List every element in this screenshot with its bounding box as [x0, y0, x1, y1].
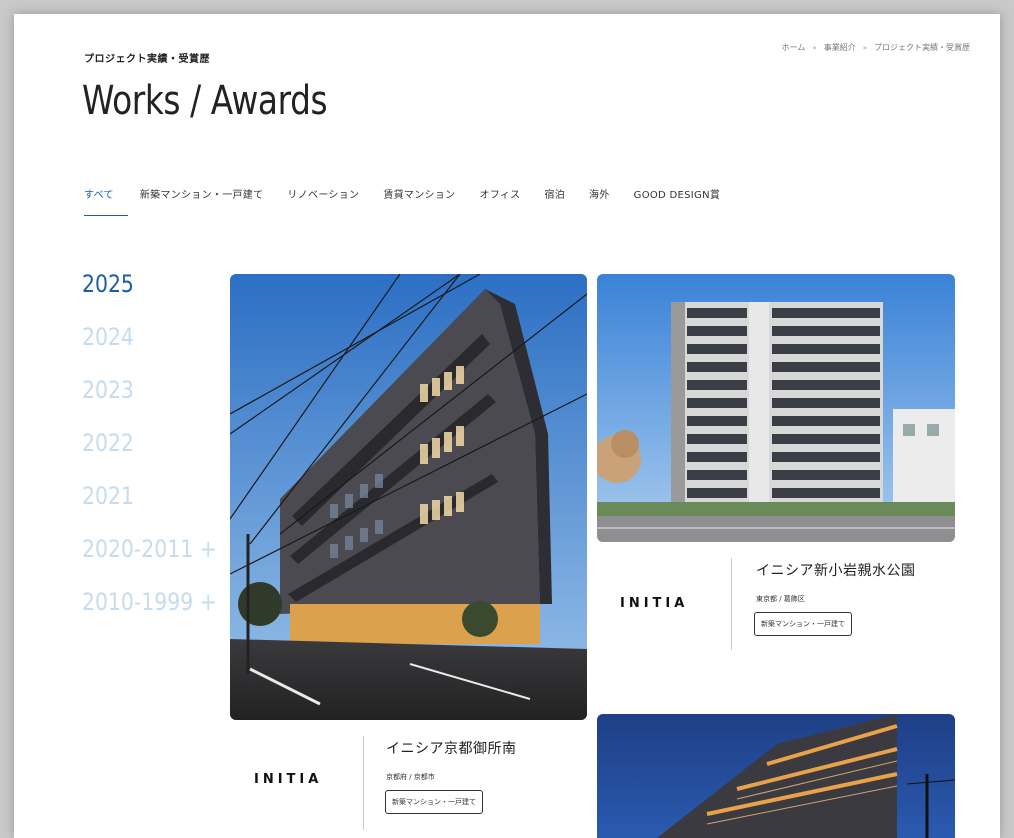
- breadcrumb: ホーム » 事業紹介 » プロジェクト実績・受賞歴: [782, 42, 970, 53]
- project-photo-kyoto[interactable]: [230, 274, 587, 720]
- category-tabs: すべて 新築マンション・一戸建て リノベーション 賃貸マンション オフィス 宿泊…: [84, 186, 732, 216]
- tab-new-condo[interactable]: 新築マンション・一戸建て: [128, 186, 276, 216]
- breadcrumb-separator: »: [862, 43, 867, 52]
- year-2010-1999[interactable]: 2010-1999 +: [82, 588, 217, 620]
- building-photo: [597, 714, 955, 838]
- project-location: 東京都 / 葛飾区: [756, 595, 805, 603]
- year-2025[interactable]: 2025: [82, 270, 217, 302]
- category-tag[interactable]: 新築マンション・一戸建て: [754, 612, 852, 636]
- brand-logo-initia: INITIA: [620, 596, 689, 611]
- brand-logo-initia: INITIA: [254, 772, 323, 787]
- year-2024[interactable]: 2024: [82, 323, 217, 355]
- tab-good-design[interactable]: GOOD DESIGN賞: [622, 186, 733, 216]
- divider: [731, 558, 732, 650]
- page-title: Works / Awards: [82, 78, 328, 124]
- tab-all[interactable]: すべて: [84, 186, 128, 216]
- tab-rental[interactable]: 賃貸マンション: [371, 186, 467, 216]
- project-name[interactable]: イニシア京都御所南: [386, 738, 517, 758]
- year-2022[interactable]: 2022: [82, 429, 217, 461]
- year-nav: 2025 2024 2023 2022 2021 2020-2011 + 201…: [82, 270, 241, 641]
- tab-overseas[interactable]: 海外: [577, 186, 622, 216]
- project-location: 京都府 / 京都市: [386, 773, 435, 781]
- building-photo: [597, 274, 955, 542]
- tab-renovation[interactable]: リノベーション: [275, 186, 371, 216]
- divider: [363, 736, 364, 830]
- breadcrumb-current: プロジェクト実績・受賞歴: [874, 43, 970, 52]
- page: プロジェクト実績・受賞歴 Works / Awards ホーム » 事業紹介 »…: [14, 14, 1000, 838]
- breadcrumb-separator: »: [812, 43, 817, 52]
- year-2023[interactable]: 2023: [82, 376, 217, 408]
- building-photo: [230, 274, 587, 720]
- tab-office[interactable]: オフィス: [467, 186, 532, 216]
- year-2020-2011[interactable]: 2020-2011 +: [82, 535, 217, 567]
- year-2021[interactable]: 2021: [82, 482, 217, 514]
- breadcrumb-home[interactable]: ホーム: [782, 42, 806, 53]
- project-photo-shinkoiwa[interactable]: [597, 274, 955, 542]
- category-tag[interactable]: 新築マンション・一戸建て: [385, 790, 483, 814]
- breadcrumb-business[interactable]: 事業紹介: [824, 42, 856, 53]
- tab-lodging[interactable]: 宿泊: [532, 186, 577, 216]
- page-subtitle: プロジェクト実績・受賞歴: [84, 54, 210, 65]
- project-photo-third[interactable]: [597, 714, 955, 838]
- project-name[interactable]: イニシア新小岩親水公園: [756, 560, 916, 580]
